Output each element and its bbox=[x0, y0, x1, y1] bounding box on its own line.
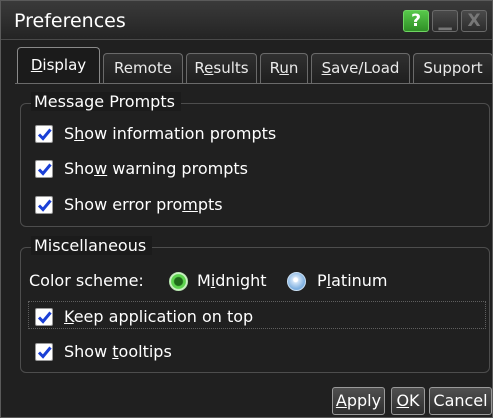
close-icon: X bbox=[467, 11, 481, 31]
checkbox-box[interactable] bbox=[35, 160, 53, 178]
tab-save-load[interactable]: Save/Load bbox=[311, 53, 410, 83]
checkmark-icon bbox=[37, 199, 52, 212]
tab-accel: e bbox=[204, 59, 214, 77]
tab-label: R bbox=[194, 59, 205, 77]
checkbox-label: Show error prompts bbox=[64, 195, 223, 214]
checkmark-icon bbox=[37, 128, 52, 141]
tab-accel: D bbox=[30, 56, 43, 74]
minimize-icon: ▁ bbox=[438, 11, 452, 31]
help-button[interactable]: ? bbox=[403, 10, 429, 32]
apply-button[interactable]: Apply bbox=[332, 387, 385, 415]
tab-label: isplay bbox=[42, 56, 87, 74]
midnight-label[interactable]: Midnight bbox=[197, 270, 267, 292]
title-bar[interactable]: Preferences ? ▁ X bbox=[1, 1, 492, 40]
tab-label: n bbox=[288, 59, 299, 77]
checkmark-icon bbox=[37, 346, 52, 359]
platinum-label[interactable]: Platinum bbox=[317, 270, 388, 292]
checkmark-icon bbox=[37, 163, 52, 176]
window-title: Preferences bbox=[14, 10, 126, 32]
checkbox-box[interactable] bbox=[35, 125, 53, 143]
color-scheme-label: Color scheme: bbox=[29, 271, 144, 290]
minimize-button[interactable]: ▁ bbox=[432, 10, 458, 32]
platinum-radio[interactable] bbox=[287, 272, 306, 291]
tab-results[interactable]: Results bbox=[186, 53, 257, 83]
checkbox-label: Show tooltips bbox=[64, 342, 172, 361]
tab-label: Support bbox=[423, 59, 483, 77]
tab-run[interactable]: Run bbox=[260, 53, 308, 83]
tab-display[interactable]: Display bbox=[17, 47, 100, 84]
tab-label: R bbox=[269, 59, 280, 77]
close-button[interactable]: X bbox=[461, 10, 487, 32]
tab-divider bbox=[15, 83, 493, 84]
group-title: Miscellaneous bbox=[31, 236, 153, 255]
help-icon: ? bbox=[411, 11, 421, 31]
group-title: Message Prompts bbox=[31, 92, 181, 111]
ok-button[interactable]: OK bbox=[391, 387, 425, 415]
checkbox-label: Show warning prompts bbox=[64, 159, 248, 178]
tab-label: ave/Load bbox=[331, 59, 400, 77]
checkbox-box[interactable] bbox=[35, 196, 53, 214]
tab-label: Remote bbox=[114, 59, 172, 77]
checkbox-box[interactable] bbox=[35, 343, 53, 361]
checkbox-label: Show information prompts bbox=[64, 124, 277, 143]
checkbox-label: Keep application on top bbox=[64, 307, 254, 326]
tab-support[interactable]: Support bbox=[413, 53, 493, 83]
checkbox-box[interactable] bbox=[35, 308, 53, 326]
tab-remote[interactable]: Remote bbox=[103, 53, 183, 83]
cancel-label: Cancel bbox=[433, 391, 488, 410]
midnight-radio[interactable] bbox=[169, 272, 188, 291]
checkmark-icon bbox=[37, 311, 52, 324]
tab-accel: u bbox=[279, 59, 289, 77]
tab-label: sults bbox=[213, 59, 249, 77]
tab-accel: S bbox=[321, 59, 332, 77]
cancel-button[interactable]: Cancel bbox=[429, 387, 492, 415]
